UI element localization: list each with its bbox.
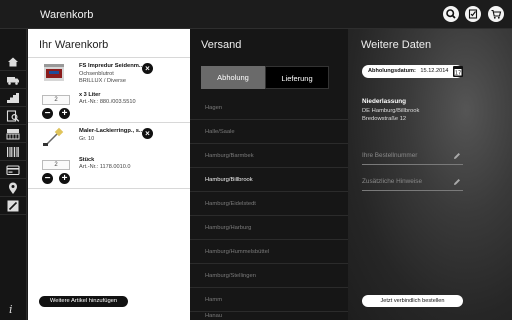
nav-home[interactable] [0, 53, 27, 71]
checklist-icon[interactable] [465, 6, 481, 22]
paint-roller-thumbnail [43, 127, 64, 146]
top-bar: Warenkorb [0, 0, 512, 29]
quantity-plus-button[interactable]: + [59, 173, 70, 184]
nav-barcode[interactable] [0, 143, 27, 161]
quantity-minus-button[interactable]: − [42, 173, 53, 184]
branch-list-item[interactable]: Halle/Saale [190, 120, 348, 144]
add-more-items-button[interactable]: Weitere Artikel hinzufügen [39, 296, 128, 307]
quantity-minus-button[interactable]: − [42, 108, 53, 119]
item-name: Maler-Lackierringp., s... [79, 128, 144, 134]
pickup-date-label: Abholungsdatum: [368, 68, 416, 74]
pickup-date-field[interactable]: Abholungsdatum: 15.12.2014 [362, 65, 463, 78]
nav-delivery[interactable] [0, 71, 27, 89]
item-name: FS Impredur Seidenm... [79, 63, 144, 69]
pickup-date-value: 15.12.2014 [420, 68, 449, 74]
quantity-plus-button[interactable]: + [59, 108, 70, 119]
location-pin-icon [9, 182, 17, 194]
branch-list-item[interactable]: Hamburg/Eidelstedt [190, 192, 348, 216]
barcode-icon [7, 147, 19, 157]
side-navigation: i [0, 29, 27, 320]
info-icon[interactable]: i [9, 303, 13, 316]
quantity-input[interactable]: 2 [42, 160, 70, 170]
nav-wallpaper[interactable] [0, 125, 27, 143]
item-variant: Ochsenblutrot [79, 71, 114, 77]
branch-list-item[interactable]: Hamburg/Harburg [190, 216, 348, 240]
further-data-title: Weitere Daten [361, 39, 432, 51]
item-unit: Stück [79, 157, 95, 163]
nav-floors[interactable] [0, 89, 27, 107]
pencil-icon[interactable] [453, 178, 461, 186]
branch-list-item-selected[interactable]: Hamburg/Billbrook [190, 168, 348, 192]
nav-tools[interactable] [0, 197, 27, 215]
brush-slash-icon [7, 200, 19, 212]
item-article-number: Art.-Nr.: 1178.0010.0 [79, 164, 131, 170]
cart-title: Ihr Warenkorb [39, 39, 109, 51]
order-number-field[interactable]: Ihre Bestellnummer [362, 146, 463, 165]
branch-list-item[interactable]: Hamburg/Barmbek [190, 144, 348, 168]
quantity-input[interactable]: 2 [42, 95, 70, 105]
tab-delivery[interactable]: Lieferung [265, 66, 329, 89]
cart-item: × Maler-Lackierringp., s... Gr. 10 2 Stü… [28, 123, 190, 189]
item-brand: BRILLUX / Diverse [79, 78, 126, 84]
tab-pickup[interactable]: Abholung [201, 66, 265, 89]
search-icon[interactable] [443, 6, 459, 22]
branch-street: Bredowstraße 12 [362, 116, 407, 122]
item-article-number: Art.-Nr.: 880./003.5510 [79, 99, 136, 105]
further-data-panel: Weitere Daten Abholungsdatum: 15.12.2014… [348, 29, 512, 320]
cart-item: × FS Impredur Seidenm... Ochsenblutrot B… [28, 57, 190, 123]
shipping-title: Versand [201, 39, 242, 51]
branch-list-item[interactable]: Hamburg/Hummelsbüttel [190, 240, 348, 264]
branch-list-item[interactable]: Hagen [190, 96, 348, 120]
place-order-button[interactable]: Jetzt verbindlich bestellen [362, 295, 463, 307]
cart-icon[interactable] [488, 6, 504, 22]
additional-notes-field[interactable]: Zusätzliche Hinweise [362, 172, 463, 191]
nav-card[interactable] [0, 161, 27, 179]
branch-list-item[interactable]: Hamburg/Stellingen [190, 264, 348, 288]
nav-locations[interactable] [0, 179, 27, 197]
stairs-icon [7, 93, 19, 103]
branch-list-item[interactable]: Hamm [190, 288, 348, 312]
item-unit: x 3 Liter [79, 92, 101, 98]
shipping-panel: Versand Abholung Lieferung Hagen Halle/S… [190, 29, 348, 320]
app-title: Warenkorb [40, 9, 94, 21]
cart-panel: Ihr Warenkorb × FS Impredur Seidenm... O… [28, 29, 190, 320]
pencil-icon[interactable] [453, 152, 461, 160]
search-list-icon [6, 110, 20, 122]
wallpaper-roll-icon [6, 129, 20, 140]
home-icon [8, 57, 18, 67]
truck-icon [7, 77, 19, 85]
nav-search-list[interactable] [0, 107, 27, 125]
branch-list-item[interactable]: Hanau [190, 312, 348, 320]
branch-name: DE Hamburg/Billbrook [362, 108, 420, 114]
svg-text:17: 17 [455, 71, 461, 77]
paint-can-thumbnail [44, 64, 64, 81]
branch-heading: Niederlassung [362, 98, 407, 105]
calendar-icon[interactable]: 17 [453, 66, 463, 77]
item-variant: Gr. 10 [79, 136, 95, 142]
card-icon [6, 165, 20, 176]
